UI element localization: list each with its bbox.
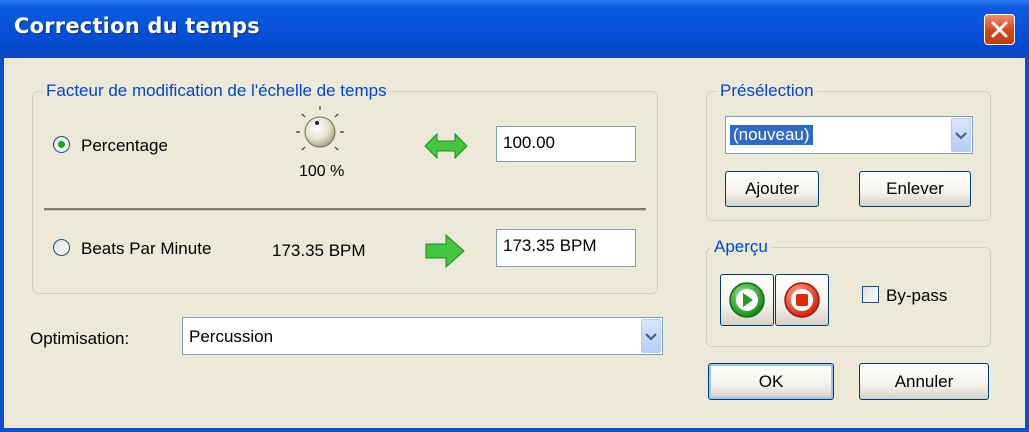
stop-icon: [784, 282, 820, 318]
chevron-down-icon: [645, 333, 657, 341]
optimisation-label: Optimisation:: [30, 329, 130, 348]
right-arrow-icon: [425, 233, 465, 269]
preset-select[interactable]: (nouveau): [725, 116, 973, 154]
knob-icon[interactable]: [288, 103, 352, 161]
preset-value: (nouveau): [729, 124, 814, 146]
play-icon: [729, 282, 765, 318]
preview-legend: Aperçu: [711, 237, 771, 257]
percentage-radio[interactable]: [53, 136, 70, 153]
add-preset-button[interactable]: Ajouter: [725, 171, 819, 207]
bpm-input[interactable]: 173.35 BPM: [496, 229, 636, 267]
optimisation-value: Percussion: [189, 327, 274, 346]
bpm-label[interactable]: Beats Par Minute: [81, 239, 211, 259]
time-scale-legend: Facteur de modification de l'échelle de …: [43, 81, 390, 101]
close-button[interactable]: [984, 14, 1015, 45]
optimisation-dropdown-button[interactable]: [641, 319, 661, 353]
close-icon: [991, 21, 1008, 38]
title-bar[interactable]: Correction du temps: [0, 0, 1029, 58]
dialog-window: Correction du temps Facteur de modificat…: [0, 0, 1029, 432]
play-button[interactable]: [720, 274, 774, 326]
radio-selected-dot: [58, 141, 65, 148]
bpm-radio[interactable]: [53, 239, 70, 256]
group-separator: [44, 208, 646, 211]
bypass-checkbox[interactable]: [862, 286, 879, 303]
knob-value: 100 %: [299, 163, 345, 180]
preset-legend: Présélection: [717, 81, 817, 101]
preset-dropdown-button[interactable]: [951, 118, 971, 152]
ok-button[interactable]: OK: [708, 363, 834, 400]
optimisation-select[interactable]: Percussion: [182, 317, 663, 355]
stop-button[interactable]: [775, 274, 829, 326]
remove-preset-button[interactable]: Enlever: [859, 171, 971, 207]
bypass-label[interactable]: By-pass: [886, 286, 947, 306]
cancel-button[interactable]: Annuler: [859, 363, 989, 400]
double-arrow-icon: [424, 132, 468, 160]
percentage-label[interactable]: Percentage: [81, 136, 168, 156]
percentage-input[interactable]: 100.00: [496, 126, 636, 162]
bpm-current-value: 173.35 BPM: [272, 241, 366, 260]
chevron-down-icon: [955, 132, 967, 140]
window-title: Correction du temps: [14, 14, 260, 38]
dialog-client: Facteur de modification de l'échelle de …: [4, 58, 1025, 428]
